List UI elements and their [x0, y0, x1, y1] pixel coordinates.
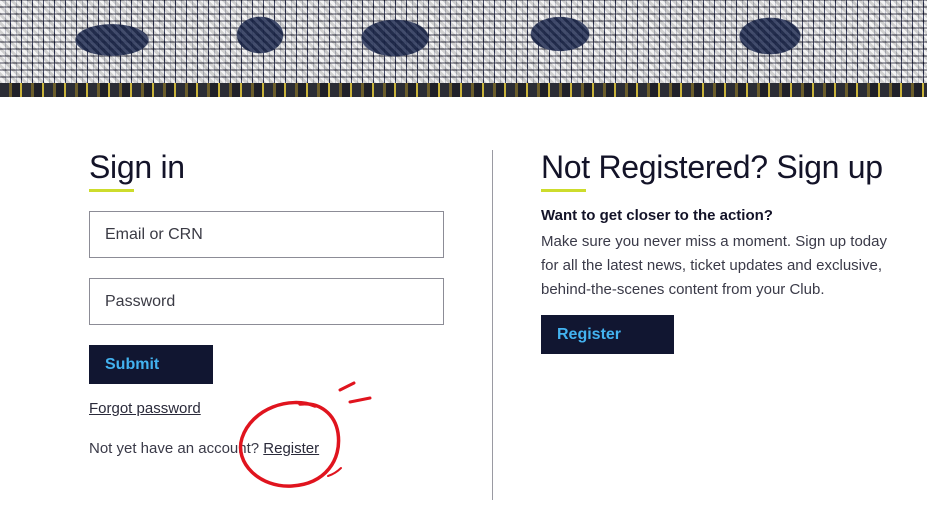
signup-section: Not Registered? Sign up Want to get clos… [541, 148, 901, 354]
red-circle-annotation-icon [238, 381, 372, 488]
hero-banner-image [0, 0, 927, 97]
no-account-prompt: Not yet have an account? Register [89, 440, 319, 457]
stadium-stand-strip [0, 83, 927, 97]
signin-section: Sign in Submit Forgot password Not yet h… [89, 148, 445, 457]
register-link[interactable]: Register [263, 440, 319, 457]
no-account-text: Not yet have an account? [89, 440, 264, 457]
forgot-password-link[interactable]: Forgot password [89, 400, 201, 417]
column-divider [492, 150, 493, 500]
signup-heading: Not Registered? Sign up [541, 149, 883, 185]
register-button[interactable]: Register [541, 315, 674, 354]
submit-button[interactable]: Submit [89, 345, 213, 384]
signup-description: Make sure you never miss a moment. Sign … [541, 233, 887, 298]
signin-heading-underline [89, 189, 134, 192]
signup-subheading: Want to get closer to the action? [541, 207, 773, 224]
signin-heading: Sign in [89, 149, 185, 185]
email-input[interactable] [89, 211, 444, 258]
password-input[interactable] [89, 278, 444, 325]
signup-heading-underline [541, 189, 586, 192]
